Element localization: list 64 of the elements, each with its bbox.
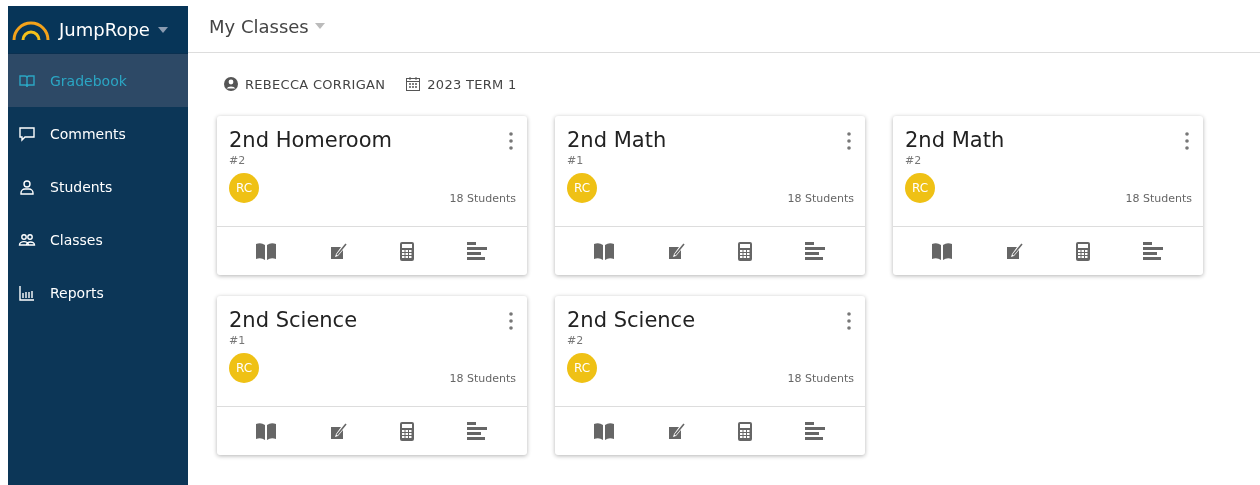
section-number: #2 — [229, 154, 247, 167]
nav-item[interactable]: Students — [8, 160, 188, 213]
nav-item[interactable]: Classes — [8, 213, 188, 266]
class-name: 2nd Math — [905, 128, 1005, 152]
pencil-square-icon — [329, 422, 348, 440]
calendar-icon — [405, 76, 422, 92]
page-title[interactable]: My Classes — [209, 15, 309, 37]
teacher-name: REBECCA CORRIGAN — [245, 76, 386, 92]
bar-chart-icon — [804, 422, 827, 440]
class-name: 2nd Science — [567, 308, 696, 332]
more-icon[interactable] — [847, 312, 851, 330]
term-label: 2023 TERM 1 — [427, 76, 517, 92]
brand-name: JumpRope — [59, 19, 150, 40]
bar-chart-icon — [466, 242, 489, 260]
calculator-icon — [400, 421, 415, 441]
student-count: 18 Students — [787, 192, 854, 205]
avatar: RC — [567, 173, 597, 203]
section-number: #2 — [905, 154, 923, 167]
book-icon — [931, 242, 954, 260]
bar-chart-icon — [18, 283, 36, 302]
class-card[interactable]: 2nd Homeroom #2 RC 18 Students — [217, 116, 527, 275]
more-icon[interactable] — [1185, 132, 1189, 150]
person-icon — [18, 177, 36, 196]
class-name: 2nd Science — [229, 308, 358, 332]
avatar: RC — [567, 353, 597, 383]
pencil-square-icon — [1005, 242, 1024, 260]
class-card[interactable]: 2nd Science #2 RC 18 Students — [555, 296, 865, 455]
nav-item[interactable]: Reports — [8, 266, 188, 319]
user-icon — [223, 76, 239, 92]
caret-icon[interactable] — [157, 26, 168, 33]
class-name: 2nd Homeroom — [229, 128, 393, 152]
pencil-square-icon — [329, 242, 348, 260]
more-icon[interactable] — [509, 132, 513, 150]
section-number: #2 — [567, 334, 585, 347]
class-card[interactable]: 2nd Math #1 RC 18 Students — [555, 116, 865, 275]
bar-chart-icon — [804, 242, 827, 260]
book-icon — [255, 422, 278, 440]
class-name: 2nd Math — [567, 128, 667, 152]
book-icon — [255, 242, 278, 260]
student-count: 18 Students — [787, 372, 854, 385]
calculator-icon — [738, 241, 753, 261]
student-count: 18 Students — [449, 192, 516, 205]
more-icon[interactable] — [509, 312, 513, 330]
student-count: 18 Students — [1125, 192, 1192, 205]
bar-chart-icon — [1142, 242, 1165, 260]
book-icon — [593, 422, 616, 440]
section-number: #1 — [229, 334, 247, 347]
calculator-icon — [1076, 241, 1091, 261]
pencil-square-icon — [667, 422, 686, 440]
bar-chart-icon — [466, 422, 489, 440]
section-number: #1 — [567, 154, 585, 167]
class-card[interactable]: 2nd Science #1 RC 18 Students — [217, 296, 527, 455]
book-icon — [593, 242, 616, 260]
calculator-icon — [738, 421, 753, 441]
pencil-square-icon — [667, 242, 686, 260]
class-card[interactable]: 2nd Math #2 RC 18 Students — [893, 116, 1203, 275]
speech-bubble-icon — [18, 124, 36, 143]
calculator-icon — [400, 241, 415, 261]
avatar: RC — [229, 353, 259, 383]
avatar: RC — [229, 173, 259, 203]
nav-item[interactable]: Comments — [8, 107, 188, 160]
more-icon[interactable] — [847, 132, 851, 150]
avatar: RC — [905, 173, 935, 203]
student-count: 18 Students — [449, 372, 516, 385]
